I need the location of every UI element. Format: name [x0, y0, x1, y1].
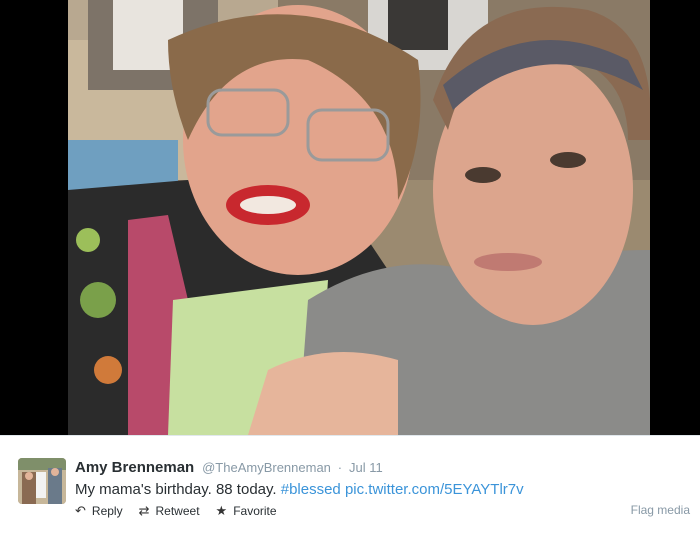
reply-button[interactable]: ↶ Reply — [75, 503, 123, 519]
star-icon: ★ — [215, 503, 228, 518]
tweet-actions: ↶ Reply ⇄ Retweet ★ Favorite — [75, 503, 293, 519]
favorite-button[interactable]: ★ Favorite — [216, 503, 277, 519]
media-link[interactable]: pic.twitter.com/5EYAYTlr7v — [345, 481, 524, 498]
profile-avatar[interactable] — [18, 458, 66, 504]
flag-media-link[interactable]: Flag media — [631, 503, 690, 517]
author-handle[interactable]: @TheAmyBrenneman — [202, 460, 331, 475]
author-name[interactable]: Amy Brenneman — [75, 459, 194, 476]
tweet-date[interactable]: Jul 11 — [349, 460, 383, 475]
tweet-photo[interactable] — [68, 0, 650, 435]
tweet-header: Amy Brenneman @TheAmyBrenneman · Jul 11 — [75, 458, 383, 477]
retweet-icon: ⇄ — [138, 503, 150, 518]
reply-label: Reply — [91, 504, 123, 518]
reply-icon: ↶ — [75, 503, 86, 518]
favorite-label: Favorite — [233, 504, 277, 518]
media-frame — [0, 0, 700, 435]
retweet-label: Retweet — [155, 504, 200, 518]
retweet-button[interactable]: ⇄ Retweet — [139, 503, 200, 519]
separator-dot: · — [337, 460, 343, 475]
tweet-body: My mama's birthday. 88 today. — [75, 481, 277, 498]
tweet-text: My mama's birthday. 88 today. #blessed p… — [75, 480, 524, 500]
tweet-card: Amy Brenneman @TheAmyBrenneman · Jul 11 … — [0, 435, 700, 534]
hashtag-link[interactable]: #blessed — [281, 481, 341, 498]
